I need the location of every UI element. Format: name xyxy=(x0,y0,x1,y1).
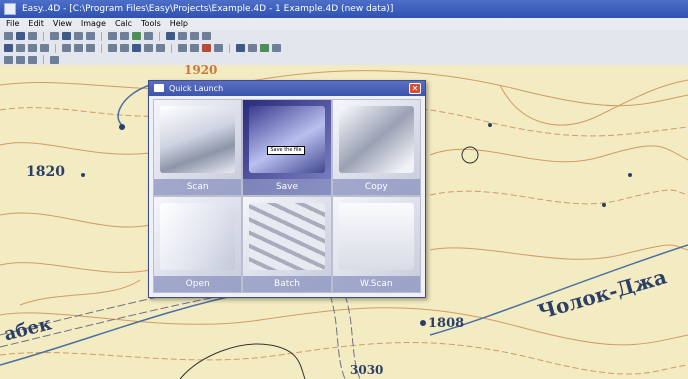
scan-icon[interactable] xyxy=(62,32,71,40)
check-icon[interactable] xyxy=(260,44,269,52)
redo-icon[interactable] xyxy=(120,32,129,40)
pan-icon[interactable] xyxy=(190,32,199,40)
copy-tile[interactable]: Copy xyxy=(331,99,421,196)
save-tile[interactable]: Save the file Save xyxy=(242,99,332,196)
view-icon[interactable] xyxy=(4,55,13,64)
color-icon[interactable] xyxy=(236,44,245,52)
app-window: Easy..4D - [C:\Program Files\Easy\Projec… xyxy=(0,0,688,379)
menu-tools[interactable]: Tools xyxy=(141,18,161,30)
batch-files-icon xyxy=(249,203,325,270)
move-icon[interactable] xyxy=(86,44,95,52)
toolbar-separator xyxy=(101,31,102,41)
text-tool-icon[interactable] xyxy=(202,32,211,40)
stop-icon[interactable] xyxy=(202,44,211,52)
toolbar-secondary xyxy=(0,54,688,65)
zoom-in-icon[interactable] xyxy=(166,32,175,40)
paste-icon[interactable] xyxy=(86,32,95,40)
copier-icon xyxy=(338,106,414,173)
dialog-title: Quick Launch xyxy=(169,84,224,93)
elevation-label: 3030 xyxy=(350,363,384,377)
tile-label: Batch xyxy=(243,276,331,292)
zoom-out-icon[interactable] xyxy=(178,32,187,40)
open-file-icon[interactable] xyxy=(16,32,25,40)
menu-help[interactable]: Help xyxy=(170,18,188,30)
toolbar-main xyxy=(0,30,688,42)
close-icon[interactable]: ✕ xyxy=(409,83,421,94)
dialog-title-bar[interactable]: Quick Launch ✕ xyxy=(149,81,425,96)
save-icon[interactable] xyxy=(28,32,37,40)
menu-calc[interactable]: Calc xyxy=(115,18,132,30)
print-icon[interactable] xyxy=(50,32,59,40)
batch-tile[interactable]: Batch xyxy=(242,196,332,293)
layers-icon[interactable] xyxy=(132,32,141,40)
toolbar-separator xyxy=(43,31,44,41)
toolbar-separator xyxy=(171,43,172,53)
menu-edit[interactable]: Edit xyxy=(28,18,44,30)
layer-list-icon[interactable] xyxy=(28,55,37,64)
menu-view[interactable]: View xyxy=(53,18,72,30)
toolbar-separator xyxy=(43,55,44,64)
line-icon[interactable] xyxy=(16,44,25,52)
scanner-icon xyxy=(160,106,236,173)
quick-launch-dialog: Quick Launch ✕ Scan Save the file Save C… xyxy=(148,80,426,298)
measure-icon[interactable] xyxy=(120,44,129,52)
new-file-icon[interactable] xyxy=(4,32,13,40)
wscan-tile[interactable]: W.Scan xyxy=(331,196,421,293)
tile-label: Scan xyxy=(154,179,242,195)
filter-icon[interactable] xyxy=(214,44,223,52)
menu-image[interactable]: Image xyxy=(81,18,106,30)
arc-icon[interactable] xyxy=(156,44,165,52)
save-disk-icon xyxy=(249,106,325,173)
tree-view-icon xyxy=(338,203,414,270)
toolbar-drawing xyxy=(0,42,688,54)
tile-label: Open xyxy=(154,276,242,292)
tooltip: Save the file xyxy=(267,146,305,155)
menu-bar: File Edit View Image Calc Tools Help xyxy=(0,18,688,30)
node-icon[interactable] xyxy=(132,44,141,52)
circle-icon[interactable] xyxy=(144,44,153,52)
trace-icon[interactable] xyxy=(190,44,199,52)
mirror-icon[interactable] xyxy=(74,44,83,52)
fill-icon[interactable] xyxy=(248,44,257,52)
align-icon[interactable] xyxy=(108,44,117,52)
snap-icon[interactable] xyxy=(178,44,187,52)
polyline-icon[interactable] xyxy=(28,44,37,52)
menu-file[interactable]: File xyxy=(6,18,19,30)
open-tile[interactable]: Open xyxy=(153,196,243,293)
toolbar-separator xyxy=(55,43,56,53)
help-icon[interactable] xyxy=(50,55,59,64)
app-icon xyxy=(4,3,16,15)
toolbar-separator xyxy=(229,43,230,53)
refresh-icon[interactable] xyxy=(16,55,25,64)
toolbar-separator xyxy=(159,31,160,41)
open-folder-icon xyxy=(160,203,236,270)
tile-label: Copy xyxy=(332,179,420,195)
elevation-label: 1920 xyxy=(184,65,218,77)
elevation-label: 1820 xyxy=(26,164,65,180)
properties-icon[interactable] xyxy=(272,44,281,52)
copy-icon[interactable] xyxy=(74,32,83,40)
rectangle-icon[interactable] xyxy=(40,44,49,52)
select-icon[interactable] xyxy=(4,44,13,52)
rotate-icon[interactable] xyxy=(62,44,71,52)
undo-icon[interactable] xyxy=(108,32,117,40)
window-title: Easy..4D - [C:\Program Files\Easy\Projec… xyxy=(22,4,394,14)
launch-tiles: Scan Save the file Save Copy Open Batch xyxy=(153,99,421,293)
dialog-icon xyxy=(154,84,164,92)
elevation-label: 1808 xyxy=(428,316,465,331)
scan-tile[interactable]: Scan xyxy=(153,99,243,196)
title-bar: Easy..4D - [C:\Program Files\Easy\Projec… xyxy=(0,0,688,18)
grid-icon[interactable] xyxy=(144,32,153,40)
tile-label: Save xyxy=(243,179,331,195)
tile-label: W.Scan xyxy=(332,276,420,292)
toolbar-separator xyxy=(101,43,102,53)
